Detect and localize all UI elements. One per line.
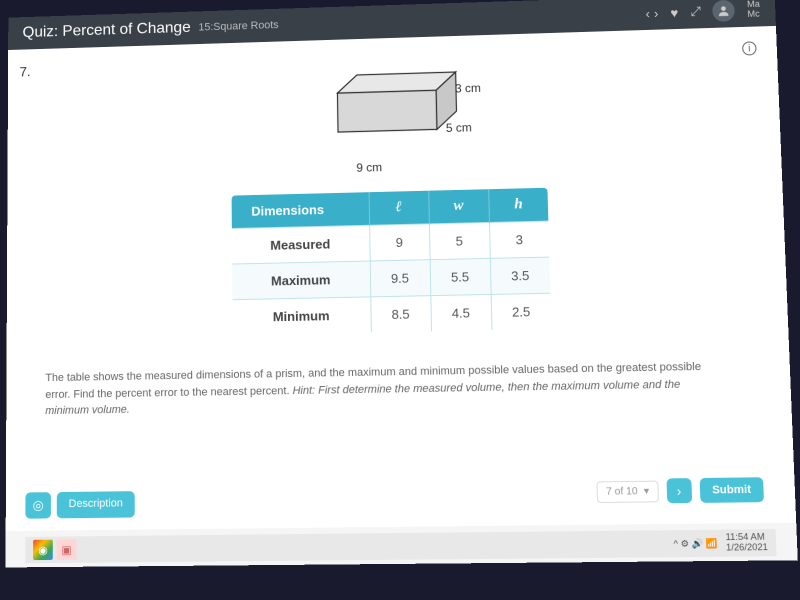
header-controls: ♥ ⤢ Ma Mc <box>645 0 760 24</box>
quiz-subtitle: 15:Square Roots <box>198 19 278 33</box>
pager[interactable]: 7 of 10 ▾ <box>596 480 658 502</box>
nav-arrows-icon[interactable] <box>645 6 658 21</box>
info-icon[interactable]: i <box>742 41 757 55</box>
chrome-icon[interactable]: ◉ <box>33 540 53 560</box>
expand-icon[interactable]: ⤢ <box>690 4 701 20</box>
taskbar: ◉ ▣ ^ ⚙ 🔊 📶 11:54 AM 1/26/2021 <box>25 529 776 563</box>
height-label: 3 cm <box>455 81 481 95</box>
question-content: 7. i 3 cm 5 cm 9 cm Dimensions ℓ w h <box>6 26 797 531</box>
clock[interactable]: 11:54 AM 1/26/2021 <box>725 532 768 553</box>
footer-left: ◎ Description <box>25 491 134 519</box>
header-title-area: Quiz: Percent of Change 15:Square Roots <box>22 16 278 41</box>
col-h: h <box>488 187 549 223</box>
taskbar-tray: ^ ⚙ 🔊 📶 11:54 AM 1/26/2021 <box>673 532 768 554</box>
user-label: Ma Mc <box>747 0 760 20</box>
quiz-title: Quiz: Percent of Change <box>22 19 190 42</box>
instruction-text: The table shows the measured dimensions … <box>45 359 708 420</box>
tray-icons[interactable]: ^ ⚙ 🔊 📶 <box>673 538 717 550</box>
submit-button[interactable]: Submit <box>699 477 764 503</box>
length-label: 9 cm <box>356 160 382 174</box>
app-icon[interactable]: ▣ <box>57 539 77 559</box>
dimensions-table: Dimensions ℓ w h Measured 9 5 3 Maximum … <box>230 186 554 337</box>
width-label: 5 cm <box>446 121 472 135</box>
footer-controls: 7 of 10 ▾ › Submit <box>596 477 764 504</box>
col-w: w <box>428 188 489 224</box>
heart-icon[interactable]: ♥ <box>670 5 678 20</box>
prism-svg <box>308 60 468 152</box>
table-row: Minimum 8.5 4.5 2.5 <box>231 293 552 336</box>
col-dimensions: Dimensions <box>231 191 370 228</box>
description-icon-button[interactable]: ◎ <box>25 492 51 519</box>
question-number: 7. <box>19 64 30 80</box>
col-l: ℓ <box>369 190 429 226</box>
taskbar-apps: ◉ ▣ <box>33 539 76 560</box>
next-button[interactable]: › <box>666 478 692 503</box>
prism-figure: 3 cm 5 cm 9 cm <box>278 59 497 173</box>
description-button[interactable]: Description <box>57 491 135 518</box>
avatar[interactable] <box>713 0 736 22</box>
chevron-down-icon: ▾ <box>644 485 650 496</box>
